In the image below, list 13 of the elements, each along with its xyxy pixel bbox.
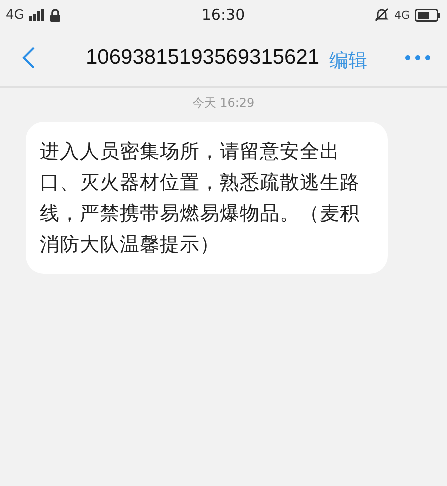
lock-icon [50, 8, 62, 22]
more-icon[interactable] [405, 55, 431, 61]
battery-icon [415, 8, 441, 22]
signal-icon [29, 9, 46, 21]
message-bubble: 进入人员密集场所，请留意安全出口、灭火器材位置，熟悉疏散逃生路线，严禁携带易燃易爆物品。（麦积消防大队温馨提示） [26, 122, 388, 274]
message-timestamp: 今天 16:29 [192, 95, 255, 112]
edit-button[interactable]: 编辑 [330, 48, 368, 74]
contact-title: 10693815193569315621 [86, 46, 320, 70]
status-time: 16:30 [202, 6, 246, 24]
muted-bell-icon [375, 8, 390, 22]
back-icon[interactable] [22, 46, 36, 70]
network-label: 4G [6, 8, 24, 22]
network-label: 4G [394, 8, 410, 22]
